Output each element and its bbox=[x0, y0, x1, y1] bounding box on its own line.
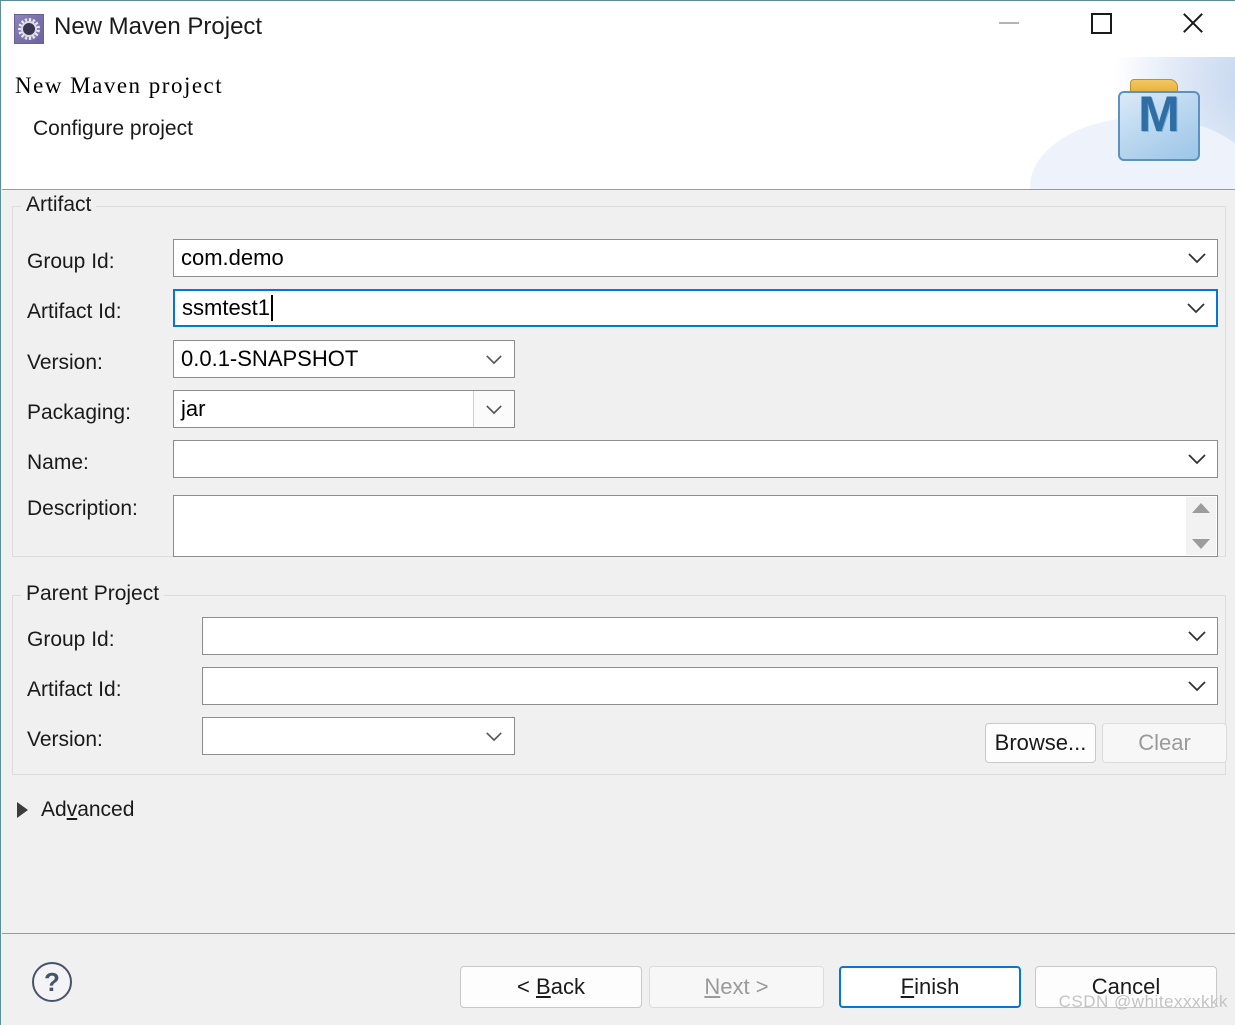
chevron-down-icon bbox=[474, 341, 514, 377]
artifact-description-input[interactable] bbox=[173, 495, 1218, 557]
close-button[interactable] bbox=[1163, 1, 1223, 45]
finish-button-label: Finish bbox=[900, 974, 960, 999]
maven-gear-icon bbox=[14, 14, 44, 44]
maven-letter: M bbox=[1138, 86, 1180, 142]
artifact-name-label: Name: bbox=[27, 451, 89, 474]
parent-group-id-label: Group Id: bbox=[27, 628, 115, 651]
parent-project-group-legend: Parent Project bbox=[21, 582, 165, 606]
artifact-packaging-value: jar bbox=[181, 396, 206, 421]
artifact-group-id-label: Group Id: bbox=[27, 250, 115, 273]
chevron-down-icon bbox=[1177, 441, 1217, 477]
help-icon[interactable]: ? bbox=[32, 962, 72, 1002]
maximize-icon bbox=[1090, 12, 1112, 34]
chevron-down-icon bbox=[473, 391, 514, 427]
next-button[interactable]: Next > bbox=[649, 966, 824, 1008]
wizard-header: New Maven project Configure project M bbox=[2, 57, 1235, 189]
dialog-body: Artifact Group Id: com.demo Artifact Id:… bbox=[2, 190, 1235, 933]
chevron-down-icon bbox=[1176, 291, 1216, 325]
dialog-footer: ? < Back Next > Finish Cancel CSDN @whit… bbox=[2, 934, 1235, 1025]
description-scrollbar[interactable] bbox=[1186, 497, 1216, 555]
window-title: New Maven Project bbox=[54, 13, 263, 40]
wizard-subtitle: Configure project bbox=[33, 117, 193, 140]
header-banner-graphic: M bbox=[1030, 57, 1235, 189]
next-button-label: Next > bbox=[704, 974, 769, 999]
parent-version-label: Version: bbox=[27, 728, 103, 751]
chevron-down-icon bbox=[474, 718, 514, 754]
scroll-down-icon[interactable] bbox=[1192, 539, 1210, 549]
browse-button[interactable]: Browse... bbox=[985, 723, 1096, 763]
chevron-right-icon bbox=[17, 802, 28, 818]
minimize-button[interactable] bbox=[979, 1, 1039, 45]
maven-folder-icon: M bbox=[1118, 79, 1200, 161]
artifact-group-id-value: com.demo bbox=[181, 245, 284, 270]
clear-button[interactable]: Clear bbox=[1102, 723, 1227, 763]
artifact-artifact-id-label: Artifact Id: bbox=[27, 300, 122, 323]
advanced-label: Advanced bbox=[41, 798, 135, 821]
back-button-label: < Back bbox=[517, 974, 585, 999]
parent-version-input[interactable] bbox=[202, 717, 515, 755]
parent-group-id-input[interactable] bbox=[202, 617, 1218, 655]
advanced-expander[interactable]: Advanced bbox=[17, 798, 134, 822]
back-button[interactable]: < Back bbox=[460, 966, 642, 1008]
title-bar: New Maven Project bbox=[1, 1, 1235, 57]
scroll-up-icon[interactable] bbox=[1192, 503, 1210, 513]
maximize-button[interactable] bbox=[1071, 1, 1131, 45]
artifact-group-id-input[interactable]: com.demo bbox=[173, 239, 1218, 277]
parent-artifact-id-input[interactable] bbox=[202, 667, 1218, 705]
artifact-version-input[interactable]: 0.0.1-SNAPSHOT bbox=[173, 340, 515, 378]
parent-artifact-id-label: Artifact Id: bbox=[27, 678, 122, 701]
minimize-icon bbox=[999, 22, 1019, 24]
artifact-artifact-id-value: ssmtest1 bbox=[182, 295, 271, 320]
chevron-down-icon bbox=[1177, 668, 1217, 704]
close-icon bbox=[1180, 10, 1206, 36]
artifact-packaging-label: Packaging: bbox=[27, 401, 131, 424]
artifact-description-label: Description: bbox=[27, 497, 138, 520]
chevron-down-icon bbox=[1177, 618, 1217, 654]
artifact-name-input[interactable] bbox=[173, 440, 1218, 478]
text-cursor bbox=[271, 295, 274, 321]
new-maven-project-dialog: New Maven Project New Maven project Conf… bbox=[0, 0, 1235, 1025]
artifact-version-value: 0.0.1-SNAPSHOT bbox=[181, 346, 359, 371]
artifact-group-legend: Artifact bbox=[21, 193, 97, 217]
watermark: CSDN @whitexxxkkk bbox=[1058, 992, 1228, 1011]
chevron-down-icon bbox=[1177, 240, 1217, 276]
wizard-title: New Maven project bbox=[15, 73, 224, 98]
artifact-version-label: Version: bbox=[27, 351, 103, 374]
finish-button[interactable]: Finish bbox=[839, 966, 1021, 1008]
artifact-artifact-id-input[interactable]: ssmtest1 bbox=[173, 289, 1218, 327]
artifact-packaging-input[interactable]: jar bbox=[173, 390, 515, 428]
